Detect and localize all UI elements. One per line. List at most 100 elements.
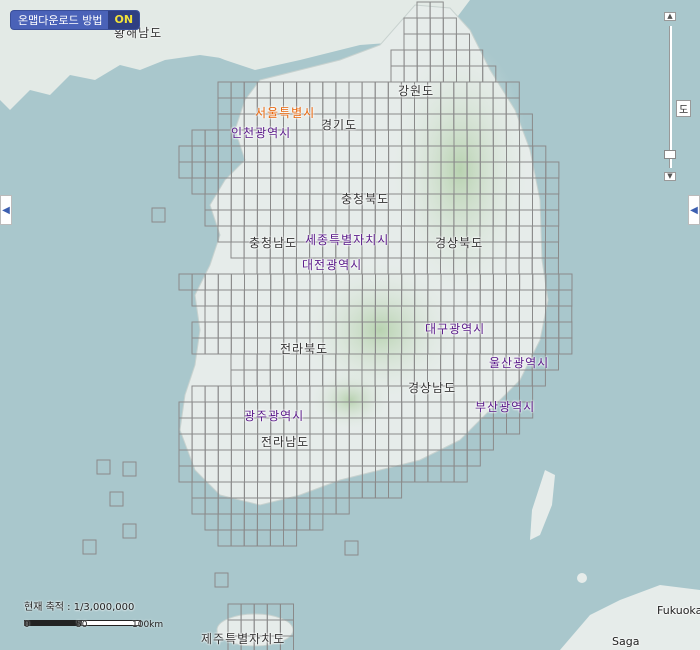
map-tile[interactable]	[335, 481, 350, 499]
map-tile[interactable]	[545, 161, 560, 179]
map-tile[interactable]	[309, 513, 324, 531]
map-tile[interactable]	[191, 497, 206, 515]
map-tile[interactable]	[283, 529, 298, 547]
map-tile[interactable]	[558, 321, 573, 339]
map-tile[interactable]	[296, 513, 311, 531]
map-tile[interactable]	[178, 465, 193, 483]
map-tile[interactable]	[374, 481, 389, 499]
zoom-slider[interactable]: ▲ ▼	[664, 12, 676, 182]
map-tile[interactable]	[545, 321, 560, 339]
map-tile[interactable]	[296, 497, 311, 515]
map-tile[interactable]	[545, 177, 560, 195]
right-panel-toggle[interactable]: ◀	[688, 195, 700, 225]
map-tile[interactable]	[217, 97, 232, 115]
map-tile[interactable]	[401, 465, 416, 483]
map-tile[interactable]	[348, 481, 363, 499]
map-tile[interactable]	[217, 129, 232, 147]
scale-tick-100: 100km	[132, 620, 164, 630]
map-tile[interactable]	[544, 241, 560, 259]
map-tile[interactable]	[453, 465, 468, 483]
map-tile[interactable]	[558, 305, 573, 323]
map-tile[interactable]	[427, 465, 442, 483]
map-tile[interactable]	[217, 81, 232, 99]
label-jeonbuk: 전라북도	[280, 342, 329, 356]
map-tile[interactable]	[204, 513, 219, 531]
map-tile[interactable]	[256, 513, 271, 531]
map-tile[interactable]	[230, 81, 245, 99]
map-tile[interactable]	[440, 465, 455, 483]
map-tile[interactable]	[279, 603, 294, 621]
map-tile[interactable]	[204, 497, 219, 515]
map-tile[interactable]	[217, 513, 232, 531]
map-tile[interactable]	[544, 257, 559, 275]
map-tile[interactable]	[545, 225, 560, 243]
tsushima-island	[530, 470, 555, 540]
map-tile[interactable]	[191, 177, 206, 195]
map-tile[interactable]	[283, 497, 298, 515]
map-tile[interactable]	[243, 529, 258, 547]
download-guide-toggle[interactable]: 온맵다운로드 방법 ON	[11, 11, 140, 29]
map-tile[interactable]	[531, 369, 546, 387]
map-base-layer	[0, 0, 700, 650]
map-tile[interactable]	[191, 481, 206, 499]
zoom-thumb[interactable]	[664, 150, 676, 160]
zoom-out-button[interactable]: ▼	[664, 172, 676, 181]
map-tile[interactable]	[283, 513, 298, 531]
map-tile[interactable]	[178, 145, 193, 163]
map-tile[interactable]	[545, 305, 560, 323]
map-tile[interactable]	[558, 289, 573, 307]
download-guide-state[interactable]: ON	[108, 11, 140, 29]
map-tile[interactable]	[204, 161, 219, 179]
map-tile[interactable]	[479, 433, 494, 451]
map-tile[interactable]	[191, 145, 206, 163]
map-tile[interactable]	[217, 113, 232, 131]
map-tile[interactable]	[466, 433, 481, 451]
map-canvas[interactable]: 황해남도 서울특별시 인천광역시 경기도 강원도 충청북도 충청남도 세종특별자…	[0, 0, 700, 650]
map-tile[interactable]	[558, 273, 573, 291]
map-tile[interactable]	[243, 513, 258, 531]
map-tile[interactable]	[269, 529, 284, 547]
map-tile[interactable]	[545, 193, 560, 211]
map-tile[interactable]	[545, 273, 560, 291]
map-tile[interactable]	[191, 129, 206, 147]
scale-tick-50: 50	[76, 620, 88, 630]
map-tile[interactable]	[335, 497, 350, 515]
map-tile[interactable]	[178, 161, 193, 179]
map-tile[interactable]	[178, 273, 193, 291]
map-tile[interactable]	[204, 129, 219, 147]
map-tile[interactable]	[191, 161, 206, 179]
map-tile[interactable]	[204, 145, 219, 163]
map-tile[interactable]	[230, 529, 245, 547]
map-tile[interactable]	[309, 497, 324, 515]
label-seoul: 서울특별시	[255, 106, 316, 120]
map-tile[interactable]	[230, 513, 245, 531]
zoom-track[interactable]	[669, 26, 672, 168]
map-tile[interactable]	[256, 529, 271, 547]
map-tile[interactable]	[217, 145, 232, 163]
map-tile[interactable]	[558, 337, 573, 355]
map-tile[interactable]	[466, 449, 481, 467]
left-panel-toggle[interactable]: ◀	[0, 195, 12, 225]
map-tile[interactable]	[217, 497, 232, 515]
map-tile[interactable]	[440, 449, 455, 467]
map-tile[interactable]	[479, 417, 494, 435]
map-tile[interactable]	[322, 497, 337, 515]
map-tile[interactable]	[388, 481, 403, 499]
map-tile[interactable]	[532, 145, 547, 163]
map-tile[interactable]	[506, 417, 521, 435]
label-gyeongnam: 경상남도	[408, 381, 457, 395]
map-tile[interactable]	[545, 337, 560, 355]
map-tile[interactable]	[204, 177, 219, 195]
map-tile[interactable]	[388, 465, 403, 483]
map-tile[interactable]	[414, 465, 429, 483]
label-jeju: 제주특별자치도	[201, 632, 286, 646]
zoom-in-button[interactable]: ▲	[664, 12, 676, 21]
zoom-level-tag: 도	[676, 100, 692, 117]
map-tile[interactable]	[492, 417, 507, 435]
map-tile[interactable]	[270, 513, 285, 531]
map-tile[interactable]	[545, 209, 560, 227]
map-tile[interactable]	[361, 481, 376, 499]
map-tile[interactable]	[217, 529, 232, 547]
map-tile[interactable]	[453, 449, 468, 467]
label-chungbuk: 충청북도	[341, 192, 390, 206]
